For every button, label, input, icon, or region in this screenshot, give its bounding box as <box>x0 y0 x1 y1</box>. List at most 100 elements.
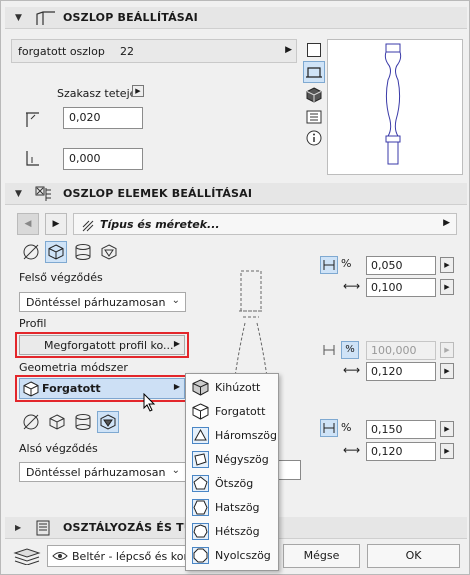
percent-icon[interactable]: % <box>341 341 359 359</box>
upper-ending-dropdown[interactable]: Döntéssel párhuzamosan ⌄ <box>19 292 186 312</box>
menu-item-square[interactable]: Négyszög <box>186 448 278 471</box>
menu-item-label: Hétszög <box>215 525 260 538</box>
profile-percent-input[interactable]: 100,000 <box>366 341 436 360</box>
post-elements-icon <box>35 186 51 201</box>
menu-item-label: Kihúzott <box>215 381 261 394</box>
menu-item-label: Ötszög <box>215 477 254 490</box>
menu-item-hexagon[interactable]: Hatszög <box>186 496 278 519</box>
menu-item-revolved[interactable]: Forgatott <box>186 400 278 423</box>
element-type-title: Típus és méretek... <box>100 218 220 231</box>
lower-percent-input[interactable]: 0,150 <box>366 420 436 439</box>
geometry-value: Forgatott <box>42 382 101 395</box>
ok-button[interactable]: OK <box>367 544 460 568</box>
segment-bottom-input[interactable]: 0,000 <box>63 148 143 170</box>
cube-3d-icon[interactable] <box>306 87 322 103</box>
upper-percent-input[interactable]: 0,050 <box>366 256 436 275</box>
angle-lock-icon[interactable] <box>321 342 337 358</box>
baluster-element-image <box>234 270 268 378</box>
length-arrow-icon: ⟷ <box>343 279 361 293</box>
post-type-name: forgatott oszlop <box>18 45 105 58</box>
heptagon-prism-icon <box>192 523 209 540</box>
profile-percent-menu[interactable]: ▶ <box>440 342 454 358</box>
prev-element-button[interactable]: ◀ <box>17 213 39 235</box>
section-title: OSZLOP BEÁLLÍTÁSAI <box>63 11 198 24</box>
menu-item-label: Háromszög <box>215 429 277 442</box>
post-type-number: 22 <box>120 45 134 58</box>
chevron-down-icon: ⌄ <box>171 295 180 306</box>
hexagon-prism-icon <box>192 499 209 516</box>
no-ending-icon[interactable] <box>21 242 41 262</box>
post-elements-header[interactable]: ▼ OSZLOP ELEMEK BEÁLLÍTÁSAI <box>5 183 467 205</box>
baluster-preview-image <box>384 43 402 165</box>
layer-selector[interactable]: Beltér - lépcső és korlá <box>47 545 187 567</box>
chevron-right-icon: ▶ <box>443 218 450 228</box>
segment-top-menu-button[interactable]: ▶ <box>132 85 144 97</box>
geometry-dropdown[interactable]: Forgatott ▶ <box>19 378 185 399</box>
profile-value: Megforgatott profil ko... <box>44 339 174 352</box>
classification-icon <box>36 520 50 536</box>
expand-triangle-icon[interactable]: ▶ <box>15 523 21 532</box>
mouse-cursor-icon <box>143 393 156 412</box>
element-type-selector[interactable]: Típus és méretek... ▶ <box>73 213 457 235</box>
upper-ending-label: Felső végződés <box>19 271 103 284</box>
upper-length-input[interactable]: 0,100 <box>366 278 436 297</box>
menu-item-label: Nyolcszög <box>215 549 271 562</box>
menu-item-triangle[interactable]: Háromszög <box>186 424 278 447</box>
segment-top-input[interactable]: 0,020 <box>63 107 143 129</box>
upper-percent-menu[interactable]: ▶ <box>440 257 454 273</box>
menu-item-label: Hatszög <box>215 501 260 514</box>
triangle-prism-icon <box>192 427 209 444</box>
section-title: OSZLOP ELEMEK BEÁLLÍTÁSAI <box>63 187 253 200</box>
chevron-right-icon: ▶ <box>173 339 180 348</box>
percent-icon: % <box>341 421 352 434</box>
revolved-icon <box>23 381 39 397</box>
collapse-triangle-icon[interactable]: ▼ <box>15 189 22 199</box>
shaped-cube-ending-icon[interactable] <box>99 242 119 262</box>
menu-item-label: Forgatott <box>215 405 266 418</box>
info-icon[interactable] <box>306 130 322 146</box>
post-settings-header[interactable]: ▼ OSZLOP BEÁLLÍTÁSAI <box>5 7 467 29</box>
lower-percent-menu[interactable]: ▶ <box>440 421 454 437</box>
post-preview <box>327 39 463 175</box>
angle-lock-icon[interactable] <box>320 256 338 274</box>
cube-ending-icon[interactable] <box>45 241 67 263</box>
chevron-right-icon: ▶ <box>173 382 180 391</box>
top-offset-icon <box>26 112 39 127</box>
lower-ending-dropdown[interactable]: Döntéssel párhuzamosan ⌄ <box>19 462 186 482</box>
cylinder-ending-icon[interactable] <box>73 412 93 432</box>
segment-top-label: Szakasz teteje <box>57 87 137 100</box>
post-type-selector[interactable]: forgatott oszlop 22 ▶ <box>11 39 297 63</box>
post-icon <box>36 11 55 25</box>
upper-length-menu[interactable]: ▶ <box>440 279 454 295</box>
list-icon[interactable] <box>306 109 322 125</box>
menu-item-heptagon[interactable]: Hétszög <box>186 520 278 543</box>
cancel-button[interactable]: Mégse <box>283 544 360 568</box>
collapse-triangle-icon[interactable]: ▼ <box>15 13 22 23</box>
percent-icon: % <box>341 257 352 270</box>
cube-ending-icon[interactable] <box>47 412 67 432</box>
profile-length-input[interactable]: 0,120 <box>366 362 436 381</box>
profile-length-menu[interactable]: ▶ <box>440 363 454 379</box>
layer-name: Beltér - lépcső és korlá <box>72 550 187 563</box>
profile-dropdown[interactable]: Megforgatott profil ko... ▶ <box>19 335 185 355</box>
menu-item-pentagon[interactable]: Ötszög <box>186 472 278 495</box>
lower-length-input[interactable]: 0,120 <box>366 442 436 461</box>
eye-icon <box>52 552 68 560</box>
bottom-offset-icon <box>26 151 39 166</box>
no-ending-icon[interactable] <box>21 412 41 432</box>
layer-stack-icon <box>13 548 41 565</box>
shaped-cube-ending-icon[interactable] <box>97 411 119 433</box>
square-prism-icon <box>192 451 209 468</box>
profile-label: Profil <box>19 317 47 330</box>
menu-item-octagon[interactable]: Nyolcszög <box>186 544 278 567</box>
angle-lock-icon[interactable] <box>320 419 338 437</box>
menu-item-extruded[interactable]: Kihúzott <box>186 376 278 399</box>
lower-length-menu[interactable]: ▶ <box>440 443 454 459</box>
next-element-button[interactable]: ▶ <box>45 213 67 235</box>
chevron-right-icon: ▶ <box>285 45 292 55</box>
menu-item-label: Négyszög <box>215 453 269 466</box>
pentagon-prism-icon <box>192 475 209 492</box>
cylinder-ending-icon[interactable] <box>73 242 93 262</box>
square-icon[interactable] <box>307 43 321 57</box>
plan-view-icon[interactable] <box>303 61 325 83</box>
